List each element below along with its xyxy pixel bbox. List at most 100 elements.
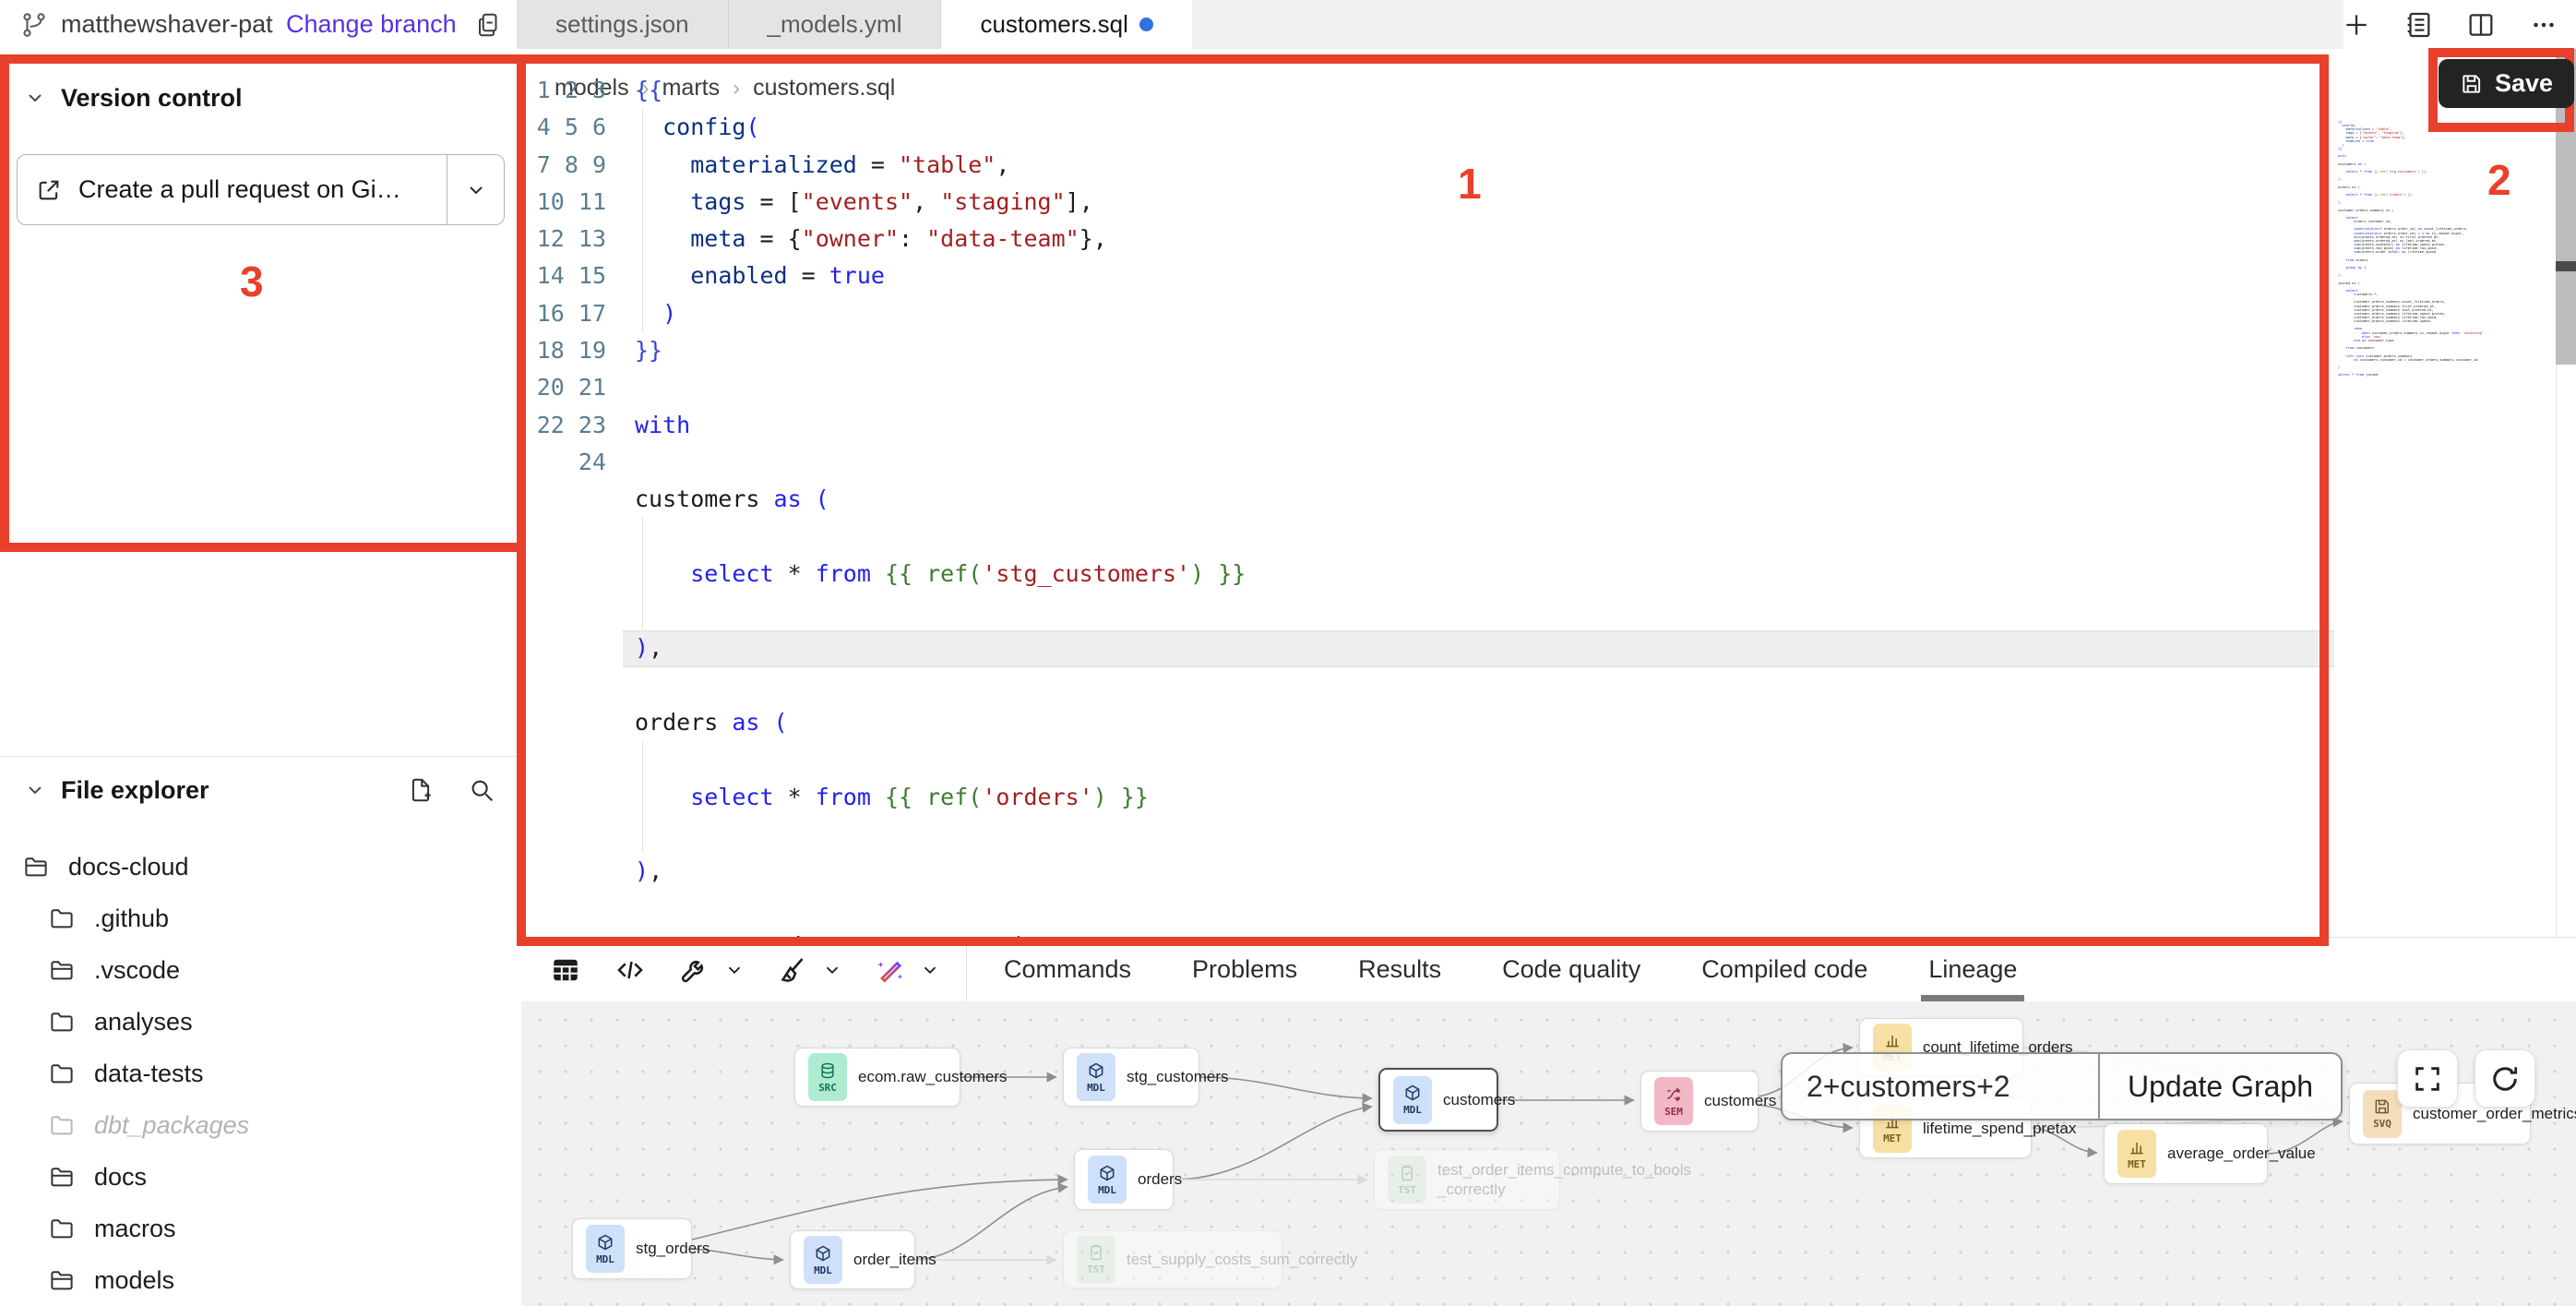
chevron-down-icon — [24, 779, 46, 801]
cube-icon — [596, 1233, 614, 1252]
folder-icon — [48, 1008, 76, 1036]
sem-badge: SEM — [1654, 1077, 1693, 1125]
lineage-node-customers-semantic[interactable]: SEMcustomers — [1640, 1071, 1759, 1132]
top-bar: matthewshaver-patc Change branch setting… — [0, 0, 2576, 49]
code-icon[interactable] — [614, 953, 647, 987]
editor-tab--models-yml[interactable]: _models.yml — [729, 0, 942, 49]
sidebar: Version control Create a pull request on… — [0, 49, 521, 1306]
build-wrench-icon[interactable] — [678, 953, 711, 987]
format-broom-icon[interactable] — [776, 953, 809, 987]
new-tab-plus-icon[interactable] — [2342, 10, 2371, 40]
cube-icon — [814, 1244, 832, 1263]
tree-item--vscode[interactable]: .vscode — [0, 944, 521, 996]
panel-tab-lineage[interactable]: Lineage — [1928, 938, 2017, 1001]
panel-tab-commands[interactable]: Commands — [1004, 938, 1131, 1001]
mdl-badge: MDL — [1393, 1076, 1432, 1124]
build-dropdown-chevron-icon[interactable] — [724, 960, 745, 980]
version-control-header[interactable]: Version control — [0, 79, 521, 116]
create-pr-dropdown[interactable] — [447, 155, 504, 224]
cube-icon — [1403, 1084, 1422, 1102]
tree-item-macros[interactable]: macros — [0, 1203, 521, 1254]
lineage-node-stg-customers[interactable]: MDLstg_customers — [1063, 1048, 1199, 1107]
file-tree: docs-cloud.github .vscode analyses data-tes… — [0, 841, 521, 1306]
folder-icon — [48, 1215, 76, 1242]
tst-badge: TST — [1388, 1156, 1426, 1204]
results-table-icon[interactable] — [549, 953, 582, 987]
tab-label: _models.yml — [768, 10, 902, 39]
panel-tab-code-quality[interactable]: Code quality — [1502, 938, 1640, 1001]
tree-item-label: models — [94, 1266, 174, 1295]
lineage-filter-input[interactable]: 2+customers+2 — [1783, 1054, 2098, 1119]
tab-label: settings.json — [555, 10, 689, 39]
split-editor-icon[interactable] — [2465, 9, 2497, 41]
editor-tab-customers-sql[interactable]: customers.sql — [941, 0, 1191, 49]
lineage-node-order-items[interactable]: MDLorder_items — [790, 1230, 915, 1289]
panel-tab-results[interactable]: Results — [1358, 938, 1441, 1001]
met-badge: MET — [2117, 1130, 2156, 1178]
ide-window: matthewshaver-patc Change branch setting… — [0, 0, 2576, 1306]
lineage-node-test-supply-costs[interactable]: TSTtest_supply_costs_sum_correctly — [1063, 1230, 1282, 1288]
node-label: order_items — [853, 1251, 936, 1269]
code-lines[interactable]: {{ config( materialized = "table", tags … — [635, 72, 1246, 965]
format-dropdown-chevron-icon[interactable] — [822, 960, 842, 980]
create-pr-button[interactable]: Create a pull request on Gi… — [17, 154, 505, 225]
tree-item-dbt-packages[interactable]: dbt_packages — [0, 1099, 521, 1151]
create-pr-label: Create a pull request on Gi… — [78, 175, 401, 204]
lineage-canvas[interactable]: SRCecom.raw_customersMDLstg_customersMDL… — [521, 1001, 2576, 1306]
scrollbar-rest — [2556, 365, 2576, 938]
tree-item-analyses[interactable]: analyses — [0, 996, 521, 1048]
lineage-node-average-order-value[interactable]: METaverage_order_value — [2104, 1123, 2268, 1184]
tree-item-label: .vscode — [94, 956, 180, 985]
new-file-icon[interactable] — [407, 776, 435, 804]
ai-magic-icon[interactable] — [874, 953, 907, 987]
fullscreen-button[interactable] — [2397, 1049, 2458, 1108]
scrollbar-thumb[interactable] — [2556, 261, 2576, 271]
code-editor[interactable]: models›marts›customers.sql 1 2 3 4 5 6 7… — [521, 49, 2576, 938]
update-graph-button[interactable]: Update Graph — [2100, 1054, 2341, 1119]
mdl-badge: MDL — [804, 1236, 842, 1284]
floppy-icon — [2373, 1097, 2391, 1116]
chart-icon — [1883, 1031, 1902, 1049]
refresh-button[interactable] — [2475, 1049, 2535, 1108]
search-icon[interactable] — [468, 776, 495, 804]
tree-item-docs-cloud[interactable]: docs-cloud — [0, 841, 521, 893]
lineage-node-customers-model[interactable]: MDLcustomers — [1378, 1068, 1498, 1132]
node-label: lifetime_spend_pretax — [1923, 1120, 2076, 1138]
lineage-node-test-order-items[interactable]: TSTtest_order_items_compute_to_bools _co… — [1374, 1149, 1560, 1210]
overflow-ellipsis-icon[interactable] — [2528, 9, 2559, 41]
node-label: ecom.raw_customers — [858, 1068, 1008, 1086]
ai-dropdown-chevron-icon[interactable] — [920, 960, 940, 980]
lineage-node-ecom-raw-customers[interactable]: SRCecom.raw_customers — [794, 1048, 960, 1107]
floppy-save-icon — [2460, 72, 2484, 96]
panel-tab-problems[interactable]: Problems — [1192, 938, 1297, 1001]
node-label: orders — [1138, 1170, 1182, 1189]
mdl-badge: MDL — [586, 1225, 625, 1273]
test-icon — [1087, 1243, 1105, 1262]
tree-item--github[interactable]: .github — [0, 893, 521, 944]
lineage-node-orders-model[interactable]: MDLorders — [1074, 1149, 1174, 1210]
tree-item-models[interactable]: models — [0, 1254, 521, 1306]
chart-icon — [2128, 1138, 2146, 1156]
sidebar-divider — [0, 756, 521, 757]
cube-icon — [1087, 1061, 1105, 1080]
branch-area: matthewshaver-patc Change branch — [0, 0, 517, 49]
lineage-node-stg-orders[interactable]: MDLstg_orders — [572, 1218, 692, 1279]
change-branch-link[interactable]: Change branch — [286, 10, 457, 39]
save-label: Save — [2495, 69, 2553, 98]
panel-tab-compiled-code[interactable]: Compiled code — [1701, 938, 1867, 1001]
create-pr-main[interactable]: Create a pull request on Gi… — [18, 175, 447, 204]
copy-icon[interactable] — [475, 11, 503, 39]
version-control-title: Version control — [61, 84, 243, 113]
tree-item-docs[interactable]: docs — [0, 1151, 521, 1203]
mdl-badge: MDL — [1077, 1053, 1115, 1101]
notebook-panel-icon[interactable] — [2403, 9, 2434, 41]
editor-tab-settings-json[interactable]: settings.json — [517, 0, 729, 49]
tree-item-label: data-tests — [94, 1060, 204, 1088]
save-button[interactable]: Save — [2439, 59, 2574, 108]
panel-toolbar: Commands Problems Results Code quality Compi… — [521, 938, 2576, 1001]
tree-item-data-tests[interactable]: data-tests — [0, 1048, 521, 1099]
chevron-down-icon — [24, 87, 46, 109]
folder-open-icon — [22, 853, 50, 881]
tab-label: customers.sql — [980, 10, 1127, 39]
minimap[interactable]: {{ config( materialized = "table", tags … — [2338, 120, 2556, 377]
